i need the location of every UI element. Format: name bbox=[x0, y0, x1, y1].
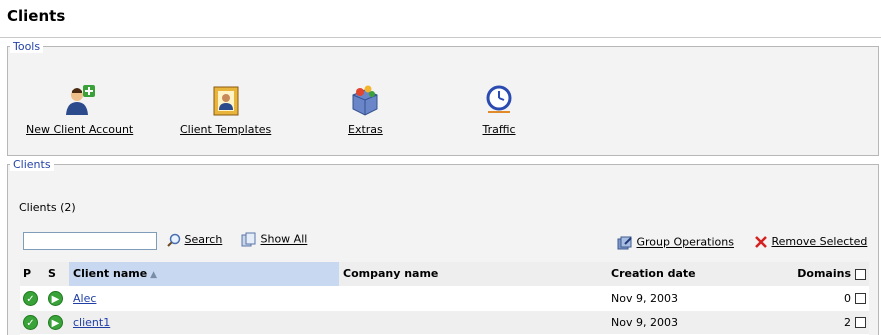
col-creation-date[interactable]: Creation date bbox=[607, 262, 762, 287]
client-templates-icon bbox=[209, 83, 243, 117]
extras-label: Extras bbox=[348, 123, 383, 136]
new-client-icon bbox=[63, 83, 97, 117]
creation-date-cell: Nov 9, 2003 bbox=[607, 310, 762, 335]
client-templates-button[interactable]: Client Templates bbox=[180, 83, 271, 136]
new-client-account-label: New Client Account bbox=[26, 123, 134, 136]
domains-count: 2 bbox=[844, 315, 851, 329]
status-ok-icon[interactable]: ✓ bbox=[23, 314, 38, 330]
tools-panel: Tools New Client Account Client Template… bbox=[7, 40, 879, 156]
show-all-icon bbox=[241, 232, 256, 247]
search-input[interactable] bbox=[23, 232, 157, 250]
search-label: Search bbox=[184, 233, 223, 246]
clients-count: Clients (2) bbox=[19, 201, 76, 214]
client-templates-label: Client Templates bbox=[180, 123, 272, 136]
group-operations-button[interactable]: Group Operations bbox=[617, 235, 734, 250]
company-name-cell bbox=[339, 310, 607, 335]
show-all-label: Show All bbox=[260, 232, 308, 246]
clients-table: P S Client name ▲ Company name Creation d… bbox=[20, 262, 869, 335]
creation-date-cell: Nov 9, 2003 bbox=[607, 286, 762, 311]
group-operations-label: Group Operations bbox=[636, 235, 734, 249]
extras-icon bbox=[348, 83, 382, 117]
client-name-link[interactable]: client1 bbox=[73, 316, 110, 329]
status-ok-icon[interactable]: ✓ bbox=[23, 290, 38, 306]
table-row: ✓ ▶ client1 Nov 9, 2003 2 bbox=[20, 310, 869, 335]
clients-legend: Clients bbox=[10, 158, 54, 171]
remove-selected-label: Remove Selected bbox=[771, 235, 868, 248]
col-company-name[interactable]: Company name bbox=[339, 262, 607, 287]
client-name-link[interactable]: Alec bbox=[73, 292, 96, 305]
tools-legend: Tools bbox=[10, 40, 44, 53]
select-all-checkbox[interactable] bbox=[855, 268, 866, 280]
search-button[interactable]: Search bbox=[167, 233, 222, 247]
show-all-button[interactable]: Show All bbox=[241, 232, 307, 247]
traffic-clock-icon bbox=[482, 83, 516, 117]
company-name-cell bbox=[339, 286, 607, 311]
traffic-label: Traffic bbox=[482, 123, 516, 136]
col-s: S bbox=[44, 262, 69, 287]
remove-selected-button[interactable]: Remove Selected bbox=[754, 235, 867, 249]
play-status-icon[interactable]: ▶ bbox=[48, 314, 63, 330]
table-row: ✓ ▶ Alec Nov 9, 2003 0 bbox=[20, 286, 869, 311]
clients-panel: Clients Clients (2) Search Show All Grou… bbox=[7, 158, 879, 335]
col-domains-label: Domains bbox=[797, 267, 851, 281]
col-client-name-label: Client name bbox=[73, 267, 148, 281]
page-title: Clients bbox=[7, 7, 66, 25]
magnifier-icon bbox=[167, 233, 181, 247]
sort-asc-icon: ▲ bbox=[150, 270, 158, 281]
col-p: P bbox=[20, 262, 44, 287]
title-divider bbox=[0, 37, 881, 38]
col-domains[interactable]: Domains bbox=[762, 262, 869, 287]
col-client-name[interactable]: Client name ▲ bbox=[69, 262, 339, 287]
domains-count: 0 bbox=[844, 291, 851, 305]
traffic-button[interactable]: Traffic bbox=[482, 83, 516, 136]
row-checkbox[interactable] bbox=[855, 317, 866, 328]
table-header-row: P S Client name ▲ Company name Creation d… bbox=[20, 262, 869, 287]
play-status-icon[interactable]: ▶ bbox=[48, 290, 63, 306]
remove-x-icon bbox=[755, 236, 767, 248]
new-client-account-button[interactable]: New Client Account bbox=[26, 83, 133, 136]
row-checkbox[interactable] bbox=[855, 293, 866, 304]
extras-button[interactable]: Extras bbox=[348, 83, 383, 136]
group-operations-icon bbox=[617, 236, 632, 250]
